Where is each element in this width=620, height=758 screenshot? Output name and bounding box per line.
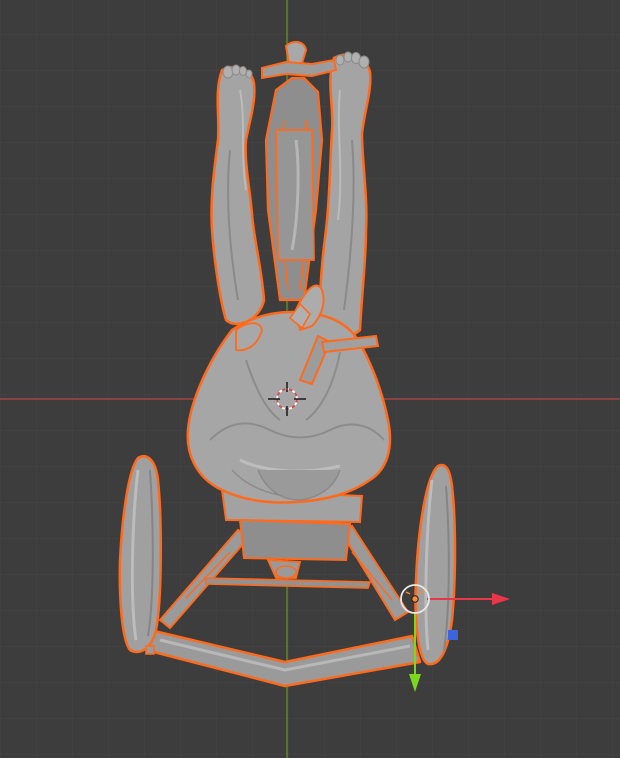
3d-viewport[interactable] [0,0,620,758]
object-origin-icon [411,595,419,603]
gizmo-z-plane-handle[interactable] [448,630,458,640]
viewport-canvas[interactable] [0,0,620,758]
